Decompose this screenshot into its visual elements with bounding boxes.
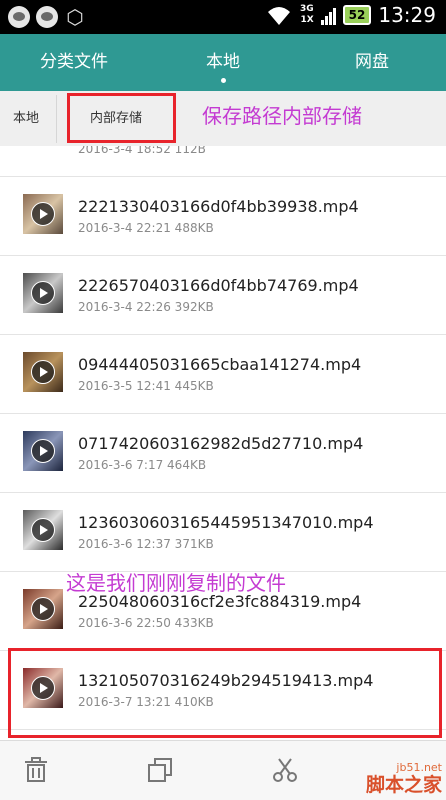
file-meta: 2016-3-4 22:21 488KB xyxy=(78,221,214,235)
list-item[interactable]: 123603060316544595134701​0.mp4 2016-3-6 … xyxy=(0,493,446,572)
file-meta: 2016-3-6 22:50 433KB xyxy=(78,616,214,630)
file-meta: 2016-3-4 22:26 392KB xyxy=(78,300,214,314)
video-thumbnail xyxy=(23,194,63,234)
watermark-url: jb51.net xyxy=(396,761,442,774)
tab-cloud[interactable]: 网盘 xyxy=(298,34,446,91)
breadcrumb-root[interactable]: 本地 xyxy=(13,91,39,146)
play-icon xyxy=(31,518,55,542)
annotation-path: 保存路径内部存储 xyxy=(202,104,362,128)
file-meta: 2016-3-4 18:52 112B xyxy=(78,146,206,156)
highlight-box-copied-file xyxy=(8,648,442,738)
trash-icon[interactable] xyxy=(23,757,49,783)
watermark: jb51.net 脚本之家 xyxy=(365,761,442,797)
highlight-box-path xyxy=(67,93,176,143)
tab-categories[interactable]: 分类文件 xyxy=(0,34,148,91)
file-name: 2226570403166d0f4bb74769.mp4 xyxy=(78,276,359,295)
play-icon xyxy=(31,202,55,226)
tab-local-label: 本地 xyxy=(206,52,240,72)
list-item[interactable]: 2226570403166d0f4bb74769.mp4 2016-3-4 22… xyxy=(0,256,446,335)
play-icon xyxy=(31,360,55,384)
tab-bar: 分类文件 本地 网盘 xyxy=(0,34,446,91)
file-name: 123603060316544595134701​0.mp4 xyxy=(78,513,374,532)
wechat-icon xyxy=(36,6,58,28)
network-label-2: 1X xyxy=(300,15,314,25)
network-label: 3G xyxy=(300,4,314,14)
bottom-toolbar: jb51.net 脚本之家 xyxy=(0,740,446,800)
status-bar: ⬡ 3G 1X 52 13:29 xyxy=(0,0,446,34)
watermark-name: 脚本之家 xyxy=(365,774,442,796)
video-thumbnail xyxy=(23,589,63,629)
clock: 13:29 xyxy=(378,3,436,27)
network-type: 3G 1X xyxy=(300,4,314,26)
file-meta: 2016-3-5 12:41 445KB xyxy=(78,379,214,393)
breadcrumb-separator xyxy=(56,95,57,143)
tab-local[interactable]: 本地 xyxy=(149,34,297,91)
file-name: 0717420603162982d5d27710.mp4 xyxy=(78,434,364,453)
play-icon xyxy=(31,597,55,621)
battery-indicator: 52 xyxy=(342,5,372,25)
notification-icons: ⬡ xyxy=(8,6,86,28)
wifi-icon xyxy=(268,7,290,25)
screen: ⬡ 3G 1X 52 13:29 分类文件 本地 网盘 本地 内部存储 保存路径… xyxy=(0,0,446,800)
video-thumbnail xyxy=(23,352,63,392)
annotation-copied: 这是我们刚刚复制的文件 xyxy=(66,571,286,595)
list-item[interactable]: 2016-3-4 18:52 112B xyxy=(0,146,446,177)
file-meta: 2016-3-6 7:17 464KB xyxy=(78,458,207,472)
video-thumbnail xyxy=(23,273,63,313)
scissors-icon[interactable] xyxy=(272,757,298,783)
play-icon xyxy=(31,281,55,305)
video-thumbnail xyxy=(23,510,63,550)
video-thumbnail xyxy=(23,431,63,471)
list-item[interactable]: 09444405031665cbaa141274.mp4 2016-3-5 12… xyxy=(0,335,446,414)
signal-icon xyxy=(320,5,336,25)
play-icon xyxy=(31,439,55,463)
wechat-icon xyxy=(8,6,30,28)
active-tab-indicator xyxy=(221,78,226,83)
system-icons: 3G 1X 52 13:29 xyxy=(265,3,436,27)
hexagon-icon: ⬡ xyxy=(66,5,84,29)
list-item[interactable]: 2221330403166d0f4bb39938.mp4 2016-3-4 22… xyxy=(0,177,446,256)
list-item[interactable]: 0717420603162982d5d27710.mp4 2016-3-6 7:… xyxy=(0,414,446,493)
file-meta: 2016-3-6 12:37 371KB xyxy=(78,537,214,551)
copy-icon[interactable] xyxy=(147,757,173,783)
file-name: 09444405031665cbaa141274.mp4 xyxy=(78,355,362,374)
file-name: 2221330403166d0f4bb39938.mp4 xyxy=(78,197,359,216)
